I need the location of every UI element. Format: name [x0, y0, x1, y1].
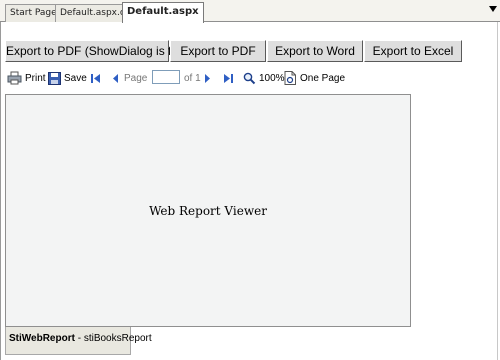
component-instance-label: - stiBooksReport — [74, 333, 152, 344]
document-border-right — [497, 22, 498, 360]
page-number-input[interactable] — [152, 70, 180, 84]
page-label: Page — [124, 72, 148, 84]
save-icon — [48, 71, 61, 85]
previous-page-button[interactable] — [111, 69, 120, 87]
save-button[interactable]: Save — [48, 69, 87, 87]
last-page-button[interactable] — [223, 69, 234, 87]
viewer-placeholder-text: Web Report Viewer — [149, 204, 267, 218]
next-page-icon — [205, 73, 210, 83]
last-page-icon — [224, 73, 233, 83]
print-label: Print — [25, 72, 46, 84]
page-count-label: of 1 — [184, 72, 201, 84]
zoom-label: 100% — [259, 72, 285, 84]
next-page-button[interactable] — [203, 69, 212, 87]
view-mode-label: One Page — [300, 72, 346, 84]
first-page-icon — [91, 73, 100, 83]
export-word-button[interactable]: Export to Word — [267, 40, 363, 62]
zoom-button[interactable]: 100% — [243, 69, 285, 87]
document-border-left — [0, 22, 1, 360]
print-button[interactable]: Print — [7, 69, 46, 87]
one-page-icon — [284, 71, 296, 85]
export-pdf-button[interactable]: Export to PDF — [170, 40, 266, 62]
view-mode-button[interactable]: One Page — [284, 69, 345, 87]
tab-default-aspx[interactable]: Default.aspx — [122, 2, 204, 23]
tab-start-page[interactable]: Start Page — [5, 4, 62, 22]
component-tray-item[interactable]: StiWebReport - stiBooksReport — [5, 327, 152, 355]
component-type-label: StiWebReport — [9, 333, 75, 344]
save-label: Save — [64, 72, 87, 84]
print-icon — [7, 71, 22, 85]
magnifier-icon — [243, 72, 256, 84]
report-viewer-toolbar: Print Save Page of 1 100% One Page — [7, 69, 407, 87]
document-tab-strip: Start Page Default.aspx.cs Default.aspx — [0, 0, 500, 23]
export-excel-button[interactable]: Export to Excel — [364, 40, 462, 62]
export-pdf-no-dialog-button[interactable]: Export to PDF (ShowDialog is false) — [5, 40, 197, 62]
tab-list-dropdown-icon[interactable] — [489, 6, 497, 12]
web-report-viewer[interactable]: Web Report Viewer — [5, 94, 411, 327]
previous-page-icon — [113, 73, 118, 83]
first-page-button[interactable] — [90, 69, 101, 87]
